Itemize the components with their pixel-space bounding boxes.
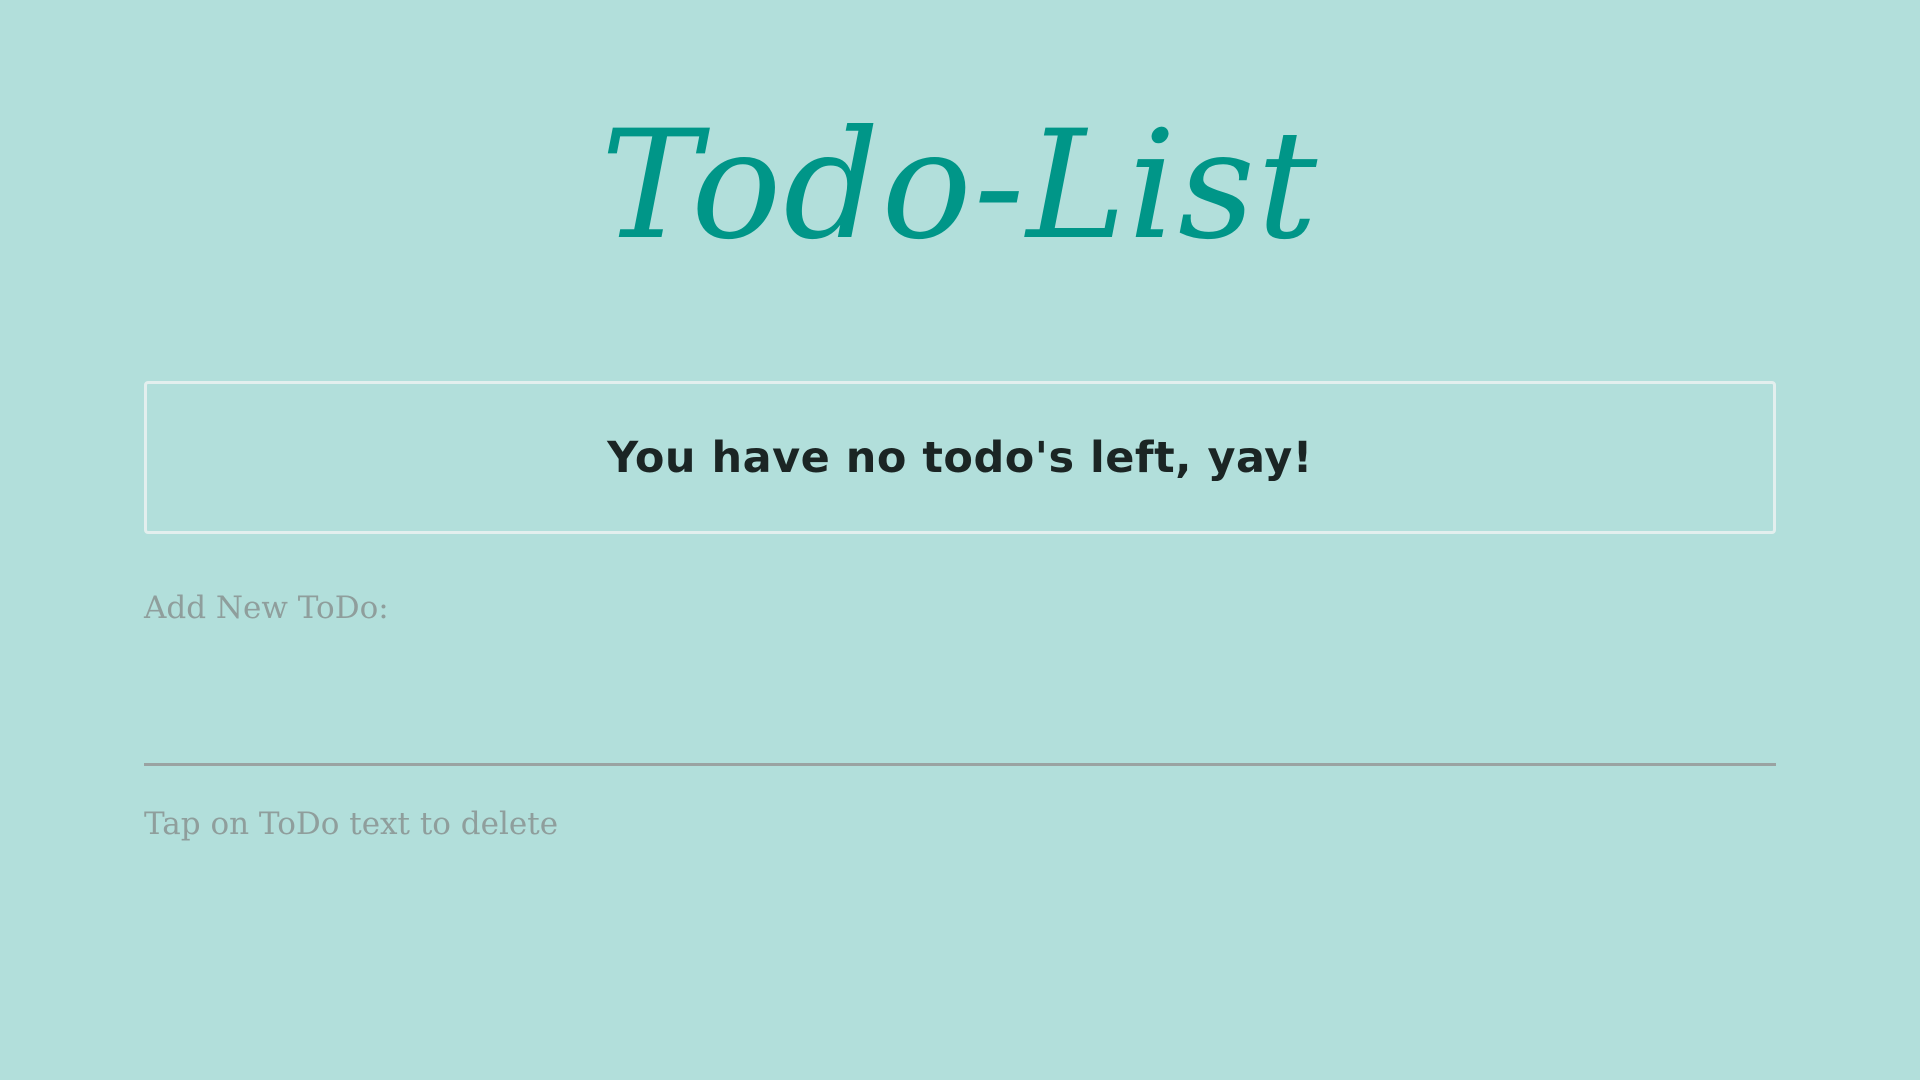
status-panel: You have no todo's left, yay!	[144, 381, 1776, 534]
page-title: Todo-List	[600, 99, 1320, 273]
todo-app: Todo-List You have no todo's left, yay! …	[0, 0, 1920, 1080]
delete-hint: Tap on ToDo text to delete	[144, 806, 559, 842]
new-todo-input[interactable]	[144, 680, 1776, 766]
status-message: You have no todo's left, yay!	[607, 432, 1313, 483]
add-todo-label: Add New ToDo:	[144, 590, 389, 626]
